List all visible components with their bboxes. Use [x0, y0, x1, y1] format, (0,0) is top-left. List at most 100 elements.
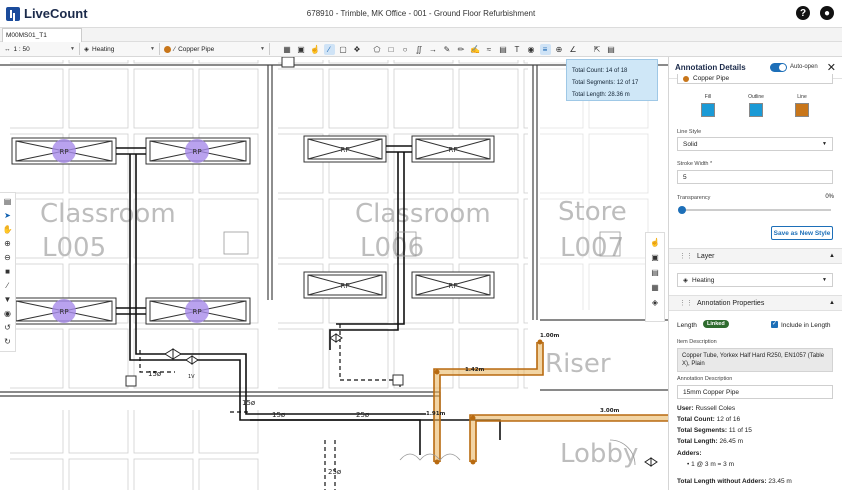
linked-badge[interactable]: Linked	[703, 320, 729, 328]
include-in-length-checkbox[interactable]: ✓	[771, 321, 778, 328]
tab-label: M00MS01_T1	[6, 32, 47, 39]
layer-section-header[interactable]: ⋮⋮ Layer ▲	[669, 248, 842, 264]
annotation-properties-header[interactable]: ⋮⋮ Annotation Properties ▲	[669, 295, 842, 311]
pointer-icon[interactable]: ☝	[649, 237, 661, 248]
text-icon[interactable]: T	[512, 44, 523, 55]
scan-icon[interactable]: ▣	[649, 252, 661, 263]
tab-drawing[interactable]: M00MS01_T1	[2, 28, 82, 42]
slider-handle[interactable]	[678, 206, 686, 214]
room-number-label: L007	[560, 233, 624, 263]
annotation-description-input[interactable]: 15mm Copper Pipe	[677, 385, 833, 399]
length-label: Length	[677, 322, 697, 329]
pencil-icon[interactable]: ✍	[470, 44, 481, 55]
layers-icon: ◈	[84, 46, 89, 53]
arrow-icon[interactable]: →	[428, 44, 439, 55]
auto-open-toggle[interactable]	[770, 63, 787, 72]
fill-color-swatch[interactable]	[701, 103, 715, 117]
target-icon[interactable]: ⊕	[554, 44, 565, 55]
auto-open-label: Auto-open	[790, 64, 818, 70]
stroke-width-input[interactable]: 5	[677, 170, 833, 184]
total-segments-row: Total Segments: 11 of 15	[677, 427, 752, 434]
scale-select[interactable]: ↔ 1 : 50 ▼	[0, 43, 80, 55]
drag-handle-icon: ⋮⋮	[679, 253, 693, 260]
pipe-size-label: 15ø	[148, 370, 162, 378]
panel-title: Annotation Details	[675, 63, 746, 72]
filter-list-icon[interactable]: ≡	[539, 43, 551, 55]
user-account-icon[interactable]: ●	[820, 6, 834, 20]
close-icon[interactable]: ✕	[827, 61, 836, 74]
annotation-description-label: Annotation Description	[677, 376, 733, 382]
pan-hand-icon[interactable]: ☝	[310, 44, 321, 55]
book-icon[interactable]: ▤	[649, 267, 661, 278]
angle-measure-icon[interactable]: ∠	[568, 44, 579, 55]
area-tool-icon[interactable]: ▢	[338, 44, 349, 55]
export-icon[interactable]: ⇱	[592, 44, 603, 55]
document-title: 678910 - Trimble, MK Office - 001 - Grou…	[306, 9, 536, 18]
valve-symbol[interactable]	[644, 457, 658, 467]
layers-folder-icon[interactable]: ▤	[2, 196, 14, 207]
total-length-value: 26.45 m	[719, 438, 744, 445]
room-number-label: L006	[360, 233, 424, 263]
floor-plan-drawing[interactable]: Classroom L005 Classroom L006 Store L007…	[0, 57, 668, 490]
image-icon[interactable]: ▤	[498, 44, 509, 55]
transparency-slider[interactable]	[681, 209, 831, 211]
rectangle-icon[interactable]: □	[386, 44, 397, 55]
crop-icon[interactable]: ▣	[296, 44, 307, 55]
fit-view-icon[interactable]: ▦	[282, 44, 293, 55]
adders-row: Adders:	[677, 450, 702, 457]
building-icon[interactable]: ▦	[649, 282, 661, 293]
right-tool-rail: ☝ ▣ ▤ ▦ ◈	[645, 232, 665, 322]
pipe-line-icon: ⁄	[174, 45, 176, 53]
style-select[interactable]: ⁄ Copper Pipe ▼	[160, 43, 270, 55]
app-logo[interactable]: LiveCount	[6, 6, 88, 21]
fill-label: Fill	[704, 94, 712, 100]
pipe-size-label: 25ø	[356, 411, 370, 419]
style-name-field[interactable]: Copper Pipe	[677, 74, 833, 84]
count-tool-icon[interactable]: ❖	[352, 44, 363, 55]
eye-icon[interactable]: ◉	[526, 44, 537, 55]
redo-icon[interactable]: ↻	[2, 336, 14, 347]
total-length-row: Total Length: 26.45 m	[677, 438, 743, 445]
polyline-icon[interactable]: ∬	[414, 44, 425, 55]
room-name-label: Classroom	[40, 199, 176, 229]
filter-icon[interactable]: ▼	[2, 294, 14, 305]
scale-icon[interactable]: ■	[2, 266, 14, 277]
circle-icon[interactable]: ○	[400, 44, 411, 55]
item-description-label: Item Description	[677, 339, 717, 345]
highlighter-icon[interactable]: ✏	[456, 44, 467, 55]
pen-icon[interactable]: ✎	[442, 44, 453, 55]
layers-icon[interactable]: ◈	[649, 297, 661, 308]
save-as-new-style-button[interactable]: Save as New Style	[771, 226, 833, 240]
line-color-swatch[interactable]	[795, 103, 809, 117]
measurement-label: 1.91m	[426, 411, 446, 417]
attach-icon[interactable]: ≈	[484, 44, 495, 55]
outline-color-swatch[interactable]	[749, 103, 763, 117]
undo-icon[interactable]: ↺	[2, 322, 14, 333]
measure-icon[interactable]: ∕	[2, 280, 14, 291]
tooltip-length: Total Length: 28.36 m	[572, 92, 630, 98]
polygon-icon[interactable]: ⬠	[372, 44, 383, 55]
rp-label: RP	[448, 282, 457, 290]
camera-icon[interactable]: ◉	[2, 308, 14, 319]
rp-label: RP	[192, 148, 201, 156]
layer-value: Heating	[692, 276, 715, 284]
room-name-label: Lobby	[560, 439, 638, 469]
line-style-select[interactable]: Solid ▼	[677, 137, 833, 151]
zoom-out-icon[interactable]: ⊖	[2, 252, 14, 263]
layer-select[interactable]: ◈ Heating ▼	[80, 43, 160, 55]
user-value: Russell Coles	[695, 405, 736, 412]
line-label: Line	[797, 94, 807, 100]
drawing-canvas[interactable]: Classroom L005 Classroom L006 Store L007…	[0, 57, 668, 490]
select-cursor-icon[interactable]: ➤	[2, 210, 14, 221]
measurement-label: 1.42m	[465, 367, 485, 373]
pan-hand-icon[interactable]: ✋	[2, 224, 14, 235]
document-tab-bar: M00MS01_T1	[0, 28, 842, 42]
document-icon[interactable]: ▤	[606, 44, 617, 55]
layer-select[interactable]: ◈ Heating ▼	[677, 273, 833, 287]
length-without-adders-value: 23.45 m	[768, 478, 792, 485]
app-name: LiveCount	[24, 6, 88, 21]
help-icon[interactable]: ?	[796, 6, 810, 20]
zoom-in-icon[interactable]: ⊕	[2, 238, 14, 249]
selection-summary-tooltip: Total Count: 14 of 18 Total Segments: 12…	[566, 59, 658, 101]
line-tool-icon[interactable]: ∕	[323, 43, 335, 55]
